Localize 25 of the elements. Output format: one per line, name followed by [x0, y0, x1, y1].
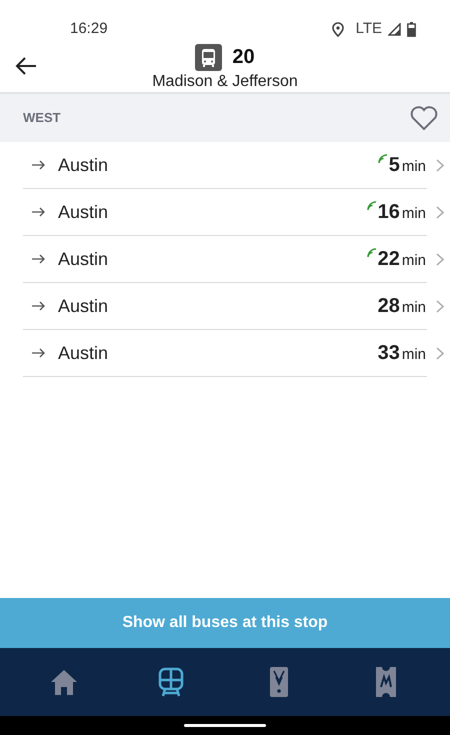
destination: Austin	[58, 342, 108, 364]
destination: Austin	[58, 200, 108, 224]
minutes: 16	[378, 200, 400, 225]
minutes: 28	[378, 294, 400, 319]
destination: Austin	[58, 294, 108, 318]
status-time: 16:29	[70, 18, 108, 39]
arrival-row[interactable]: Austin 5min	[23, 142, 427, 189]
minutes-unit: min	[402, 298, 426, 318]
minutes-unit: min	[402, 344, 426, 365]
destination: Austin	[58, 248, 108, 270]
minutes-unit: min	[402, 204, 426, 224]
direction-label: WEST	[23, 109, 61, 128]
minutes-unit: min	[402, 156, 426, 177]
destination: Austin	[58, 154, 108, 176]
arrival-row[interactable]: Austin 22 min	[23, 236, 427, 283]
arrival-row[interactable]: Austin 16min	[23, 189, 427, 236]
arrival-row[interactable]: Austin 28min	[23, 283, 427, 330]
minutes: 33	[378, 341, 400, 366]
arrival-row[interactable]: Austin 33min	[23, 330, 427, 377]
network-label: LTE	[356, 18, 382, 39]
stop-name: Madison & Jefferson	[152, 72, 298, 92]
minutes: 5	[388, 153, 400, 178]
minutes-unit: min	[402, 250, 426, 271]
minutes: 22	[378, 247, 400, 272]
route-number: 20	[232, 45, 255, 70]
